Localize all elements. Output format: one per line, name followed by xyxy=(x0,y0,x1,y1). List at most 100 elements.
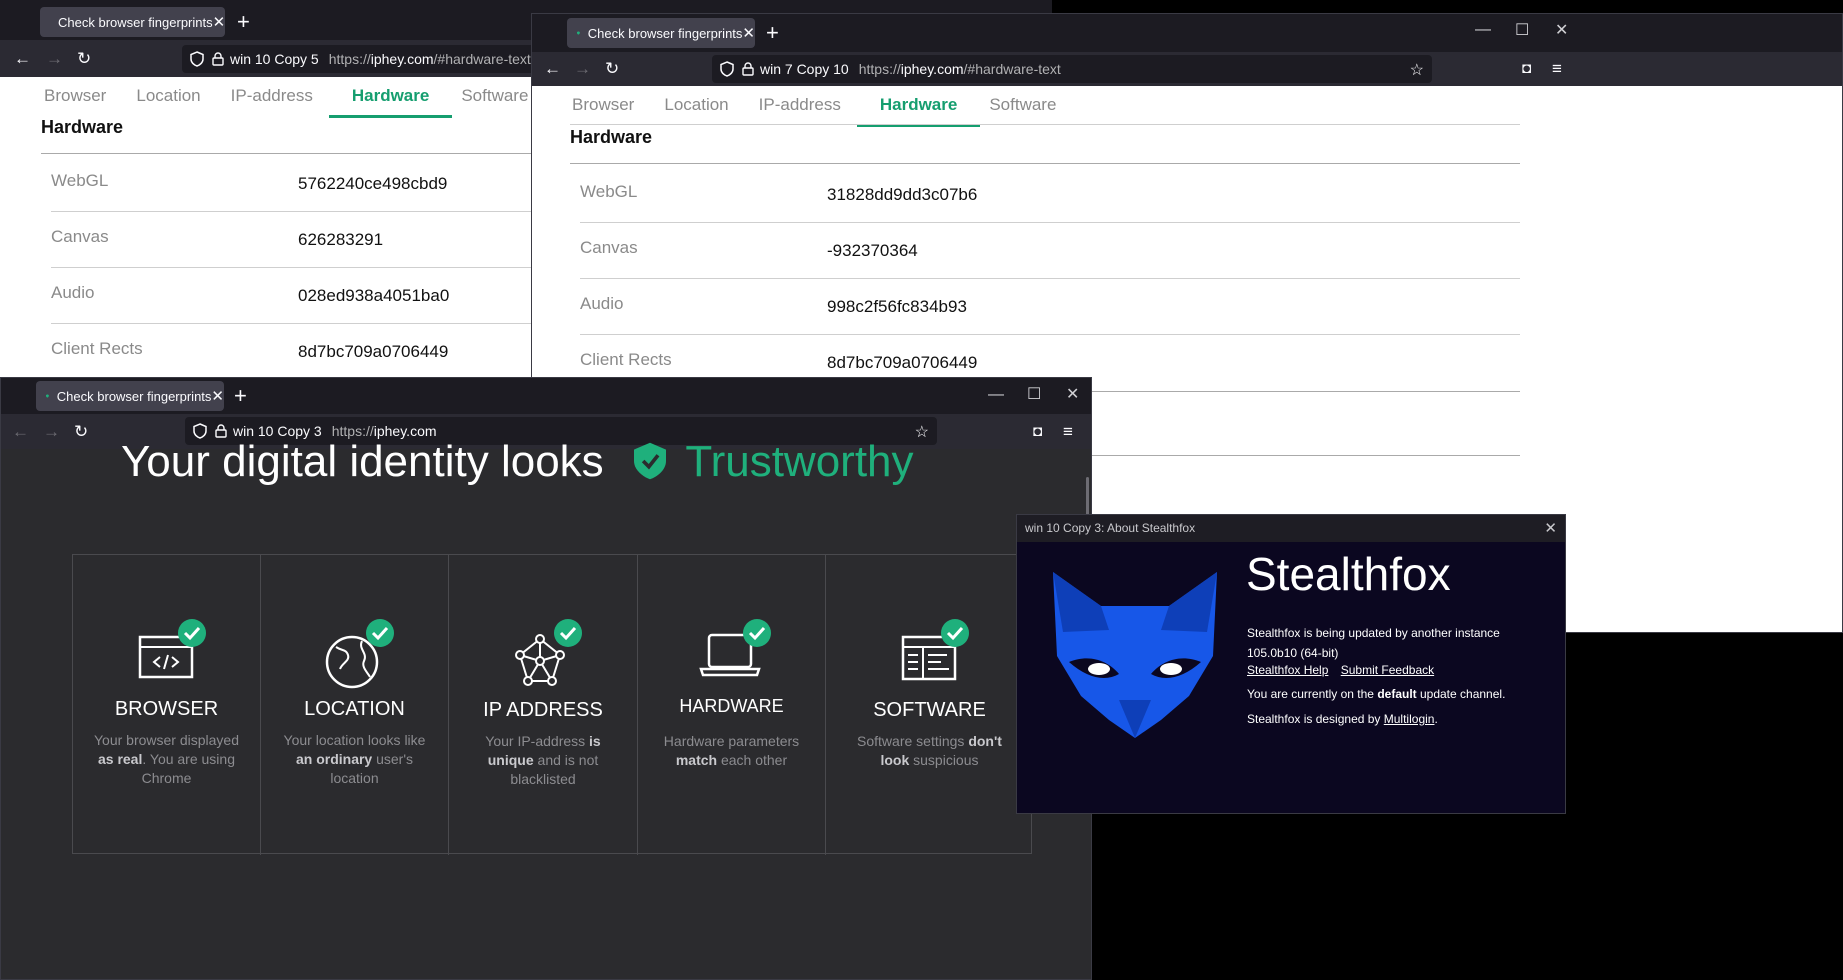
location-card: LOCATION Your location looks like an ord… xyxy=(261,555,449,855)
close-window-icon[interactable]: ✕ xyxy=(1555,23,1568,39)
browser-tab[interactable]: Check browser fingerprints ✕ xyxy=(36,381,224,411)
row-divider xyxy=(580,334,1520,335)
webgl-value: 31828dd9dd3c07b6 xyxy=(827,185,978,204)
minimize-icon[interactable]: — xyxy=(988,387,1004,403)
back-icon[interactable]: ← xyxy=(12,423,29,440)
tab-hardware[interactable]: Hardware xyxy=(328,78,453,118)
url-protocol: https:// xyxy=(328,51,371,67)
headline-accent: Trustworthy xyxy=(685,437,914,486)
card-description: Hardware parameters match each other xyxy=(663,733,800,768)
help-link[interactable]: Stealthfox Help xyxy=(1247,663,1328,677)
card-title: LOCATION xyxy=(304,698,405,720)
laptop-icon xyxy=(698,619,771,677)
card-description: Your location looks like an ordinary use… xyxy=(283,732,426,786)
page-tabs: Browser Location IP-address Hardware Sof… xyxy=(558,87,1070,127)
new-tab-icon[interactable]: + xyxy=(237,11,250,33)
forward-icon[interactable]: → xyxy=(43,423,60,440)
channel-text: You are currently on the default update … xyxy=(1247,687,1505,701)
tab-title: Check browser fingerprints xyxy=(58,14,213,30)
reload-icon[interactable]: ↻ xyxy=(77,50,91,67)
client-rects-label: Client Rects xyxy=(51,339,143,358)
close-window-icon[interactable]: ✕ xyxy=(1066,387,1079,403)
tab-location[interactable]: Location xyxy=(122,78,214,114)
audio-label: Audio xyxy=(580,294,624,313)
tab-software[interactable]: Software xyxy=(447,78,542,114)
tab-location[interactable]: Location xyxy=(650,87,742,123)
lock-icon[interactable] xyxy=(742,62,754,76)
tab-ip-address[interactable]: IP-address xyxy=(745,87,855,123)
browser-tab[interactable]: Check browser fingerprints ✕ xyxy=(40,7,225,37)
reload-icon[interactable]: ↻ xyxy=(605,60,619,77)
row-divider xyxy=(580,278,1520,279)
url-protocol: https:// xyxy=(858,61,901,77)
feedback-link[interactable]: Submit Feedback xyxy=(1341,663,1434,677)
tab-close-icon[interactable]: ✕ xyxy=(742,24,755,42)
audio-value: 028ed938a4051ba0 xyxy=(298,286,450,305)
tab-browser[interactable]: Browser xyxy=(558,87,648,123)
tab-title: Check browser fingerprints xyxy=(56,388,212,404)
tab-close-icon[interactable]: ✕ xyxy=(211,387,224,405)
new-tab-icon[interactable]: + xyxy=(234,385,247,407)
maximize-icon[interactable]: ☐ xyxy=(1515,23,1529,39)
canvas-label: Canvas xyxy=(580,238,638,257)
browser-tab[interactable]: Check browser fingerprints ✕ xyxy=(567,18,755,48)
webgl-value: 5762240ce498cbd9 xyxy=(298,174,448,193)
channel-suffix: update channel. xyxy=(1416,687,1506,701)
divider xyxy=(570,163,1520,164)
client-rects-value: 8d7bc709a0706449 xyxy=(827,353,978,372)
tab-hardware[interactable]: Hardware xyxy=(856,87,981,127)
globe-icon xyxy=(325,619,394,689)
card-description: Software settings don't look suspicious xyxy=(857,733,1002,768)
audio-value: 998c2f56fc834b93 xyxy=(827,297,967,316)
bookmark-star-icon[interactable]: ☆ xyxy=(1410,60,1424,80)
dialog-close-icon[interactable]: ✕ xyxy=(1544,519,1557,537)
tab-ip-address[interactable]: IP-address xyxy=(217,78,327,114)
nav-toolbar: ← → ↻ win 7 Copy 10 https://iphey.com/#h… xyxy=(532,52,1842,86)
card-title: SOFTWARE xyxy=(873,699,986,721)
container-label: win 7 Copy 10 xyxy=(760,61,849,77)
forward-icon[interactable]: → xyxy=(46,50,63,67)
tab-browser[interactable]: Browser xyxy=(30,78,120,114)
multilogin-link[interactable]: Multilogin xyxy=(1384,712,1435,726)
forward-icon[interactable]: → xyxy=(574,60,591,77)
reload-icon[interactable]: ↻ xyxy=(74,423,88,440)
maximize-icon[interactable]: ☐ xyxy=(1027,387,1041,403)
update-status: Stealthfox is being updated by another i… xyxy=(1247,626,1500,640)
bookmark-star-icon[interactable]: ☆ xyxy=(915,422,929,442)
back-icon[interactable]: ← xyxy=(14,50,31,67)
network-icon xyxy=(515,619,582,686)
new-tab-icon[interactable]: + xyxy=(766,22,779,44)
url-bar[interactable]: win 7 Copy 10 https://iphey.com/#hardwar… xyxy=(712,55,1432,83)
section-title: Hardware xyxy=(41,117,124,137)
tracking-shield-icon[interactable] xyxy=(720,61,734,77)
menu-icon[interactable]: ≡ xyxy=(1063,423,1073,440)
channel-prefix: You are currently on the xyxy=(1247,687,1378,701)
canvas-value: 626283291 xyxy=(298,230,384,249)
tab-close-icon[interactable]: ✕ xyxy=(213,13,226,31)
dialog-title: win 10 Copy 3: About Stealthfox xyxy=(1017,515,1565,542)
browser-code-icon xyxy=(138,619,206,679)
headline-main: Your digital identity looks xyxy=(121,437,604,486)
pocket-icon[interactable]: ◘ xyxy=(1033,423,1042,440)
result-cards: BROWSER Your browser displayed as real. … xyxy=(72,554,1032,855)
lock-icon[interactable] xyxy=(212,52,224,66)
pocket-icon[interactable]: ◘ xyxy=(1522,60,1531,77)
menu-icon[interactable]: ≡ xyxy=(1552,60,1562,77)
canvas-value: -932370364 xyxy=(827,241,918,260)
card-title: BROWSER xyxy=(114,698,219,720)
browser-window-3: Check browser fingerprints ✕ + — ☐ ✕ ← →… xyxy=(0,377,1092,980)
back-icon[interactable]: ← xyxy=(544,60,561,77)
designed-by-text: Stealthfox is designed by Multilogin. xyxy=(1247,712,1438,726)
url-path: /#hardware-text xyxy=(963,61,1061,77)
section-title: Hardware xyxy=(570,127,653,147)
lock-icon[interactable] xyxy=(215,424,227,438)
app-name: Stealthfox xyxy=(1246,548,1451,600)
minimize-icon[interactable]: — xyxy=(1475,22,1491,38)
tracking-shield-icon[interactable] xyxy=(190,51,204,67)
container-label: win 10 Copy 5 xyxy=(230,51,319,67)
audio-label: Audio xyxy=(51,283,95,302)
tab-software[interactable]: Software xyxy=(975,87,1070,123)
card-description: Your browser displayed as real. You are … xyxy=(93,732,239,786)
page-tabs: Browser Location IP-address Hardware Sof… xyxy=(30,78,542,118)
tab-title: Check browser fingerprints xyxy=(587,25,743,41)
